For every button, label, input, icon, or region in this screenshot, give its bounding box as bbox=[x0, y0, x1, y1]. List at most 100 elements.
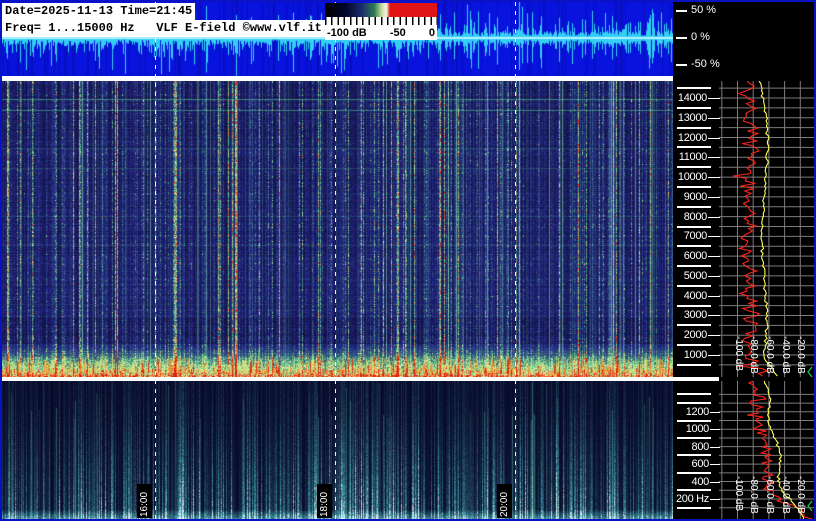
upper-freq-axis-label: 13000 bbox=[677, 111, 707, 124]
upper-freq-axis-label: 11000 bbox=[678, 151, 708, 164]
hour-gridline bbox=[515, 2, 516, 519]
upper-freq-minor-tick bbox=[677, 225, 711, 228]
upper-freq-minor-tick bbox=[677, 284, 711, 287]
upper-freq-axis-label: 6000 bbox=[683, 250, 708, 263]
lower-freq-axis-label: 400 bbox=[691, 475, 710, 488]
upper-freq-tick bbox=[708, 117, 720, 119]
upper-freq-axis-label: 10000 bbox=[677, 171, 707, 184]
colorbar-ticks bbox=[325, 17, 437, 25]
upper-freq-minor-tick bbox=[677, 304, 711, 307]
lower-freq-minor-tick bbox=[677, 402, 711, 405]
lower-freq-tick bbox=[710, 499, 720, 500]
lower-freq-minor-tick bbox=[677, 393, 711, 396]
lower-freq-minor-tick bbox=[677, 419, 711, 422]
upper-freq-tick bbox=[708, 355, 720, 356]
upper-freq-tick bbox=[708, 236, 720, 238]
upper-freq-minor-tick bbox=[677, 265, 711, 268]
lower-db-axis-label: -80.0 dB bbox=[748, 476, 760, 514]
lower-freq-axis-label: 200 Hz bbox=[675, 493, 709, 505]
upper-freq-tick bbox=[708, 315, 720, 317]
colorbar-gradient bbox=[325, 3, 437, 17]
upper-freq-minor-tick bbox=[677, 106, 711, 109]
amplitude-axis-label: -50 % bbox=[691, 58, 720, 70]
lower-freq-tick bbox=[710, 429, 720, 431]
upper-db-axis-label: -100 dB bbox=[732, 336, 744, 372]
upper-freq-tick bbox=[708, 256, 720, 258]
upper-freq-axis-label: 8000 bbox=[683, 210, 708, 223]
amplitude-axis-label: 0 % bbox=[691, 31, 710, 43]
vlf-spectrogram-app: Date=2025-11-13 Time=21:45 Freq= 1...150… bbox=[0, 0, 816, 521]
upper-spectrogram-display bbox=[2, 81, 673, 377]
upper-freq-minor-tick bbox=[677, 87, 711, 90]
colorbar: -100 dB -50 0 bbox=[325, 3, 437, 40]
amplitude-tick bbox=[676, 37, 687, 39]
upper-freq-minor-tick bbox=[677, 126, 711, 129]
lower-freq-axis-label: 800 bbox=[691, 440, 710, 453]
upper-db-axis-label: -80.0 dB bbox=[748, 336, 760, 374]
colorbar-min-label: -100 dB bbox=[327, 26, 367, 39]
header-datetime: Date=2025-11-13 Time=21:45 bbox=[2, 3, 196, 20]
lower-db-axis-label: -60.0 dB bbox=[763, 476, 775, 514]
upper-freq-tick bbox=[708, 177, 720, 179]
upper-spectrum-graph bbox=[719, 81, 814, 377]
amplitude-tick bbox=[676, 10, 687, 12]
lower-db-axis-label: -40.0 dB bbox=[779, 476, 791, 514]
upper-freq-axis-label: 12000 bbox=[677, 131, 707, 144]
upper-freq-tick bbox=[708, 196, 720, 198]
time-label-box: 18:00 bbox=[317, 484, 332, 518]
amplitude-tick bbox=[676, 64, 687, 66]
lower-freq-tick bbox=[710, 411, 720, 413]
colorbar-max-label: 0 bbox=[428, 26, 435, 39]
upper-freq-minor-tick bbox=[677, 324, 711, 327]
upper-freq-tick bbox=[708, 295, 720, 297]
lower-freq-axis-label: 1200 bbox=[685, 405, 710, 418]
upper-freq-axis-label: 14000 bbox=[677, 92, 707, 104]
lower-freq-tick bbox=[710, 446, 720, 448]
hour-gridline bbox=[335, 2, 336, 519]
colorbar-labels: -100 dB -50 0 bbox=[325, 25, 437, 40]
upper-freq-tick bbox=[708, 335, 720, 337]
lower-freq-minor-tick bbox=[677, 436, 711, 439]
time-label: 20:00 bbox=[499, 491, 510, 517]
upper-freq-axis-label: 9000 bbox=[683, 190, 708, 203]
lower-spectrogram-display bbox=[2, 381, 673, 519]
upper-freq-tick bbox=[708, 98, 720, 99]
upper-freq-minor-tick bbox=[677, 166, 711, 169]
upper-freq-axis-label: 4000 bbox=[683, 289, 708, 302]
upper-freq-tick bbox=[708, 275, 720, 277]
lower-freq-minor-tick bbox=[677, 506, 711, 509]
upper-freq-axis-label: 3000 bbox=[683, 309, 708, 322]
lower-freq-tick bbox=[710, 481, 720, 483]
upper-db-axis-label: -60.0 dB bbox=[763, 336, 775, 374]
hour-gridline bbox=[155, 2, 156, 519]
lower-db-axis-label: -20.0 dB bbox=[795, 476, 807, 514]
colorbar-mid-label: -50 bbox=[389, 26, 406, 39]
time-label: 16:00 bbox=[139, 491, 150, 517]
lower-db-axis-label: -100 dB bbox=[732, 476, 744, 512]
amplitude-axis-label: 50 % bbox=[691, 4, 717, 16]
lower-freq-minor-tick bbox=[677, 489, 711, 492]
lower-freq-axis-label: 1000 bbox=[685, 423, 710, 436]
upper-freq-axis-label: 1000 bbox=[683, 349, 708, 361]
upper-freq-tick bbox=[708, 216, 720, 218]
upper-freq-minor-tick bbox=[677, 363, 711, 366]
upper-freq-minor-tick bbox=[677, 245, 711, 248]
panel-separator bbox=[2, 377, 719, 381]
upper-freq-tick bbox=[708, 137, 720, 139]
time-label-box: 20:00 bbox=[497, 484, 512, 518]
lower-freq-minor-tick bbox=[677, 471, 711, 474]
time-label-box: 16:00 bbox=[137, 484, 152, 518]
header-freq-info: Freq= 1...15000 Hz VLF E-field ©www.vlf.… bbox=[2, 20, 325, 37]
upper-freq-tick bbox=[708, 157, 720, 159]
upper-freq-axis-label: 2000 bbox=[683, 329, 708, 342]
lower-freq-minor-tick bbox=[677, 454, 711, 457]
upper-db-axis-label: -40.0 dB bbox=[779, 336, 791, 374]
upper-freq-minor-tick bbox=[677, 205, 711, 208]
upper-freq-minor-tick bbox=[677, 146, 711, 149]
upper-freq-minor-tick bbox=[677, 344, 711, 347]
upper-freq-axis-label: 7000 bbox=[683, 230, 708, 243]
upper-db-axis-label: -20.0 dB bbox=[795, 336, 807, 374]
lower-freq-axis-label: 600 bbox=[691, 458, 710, 471]
waveform-separator bbox=[2, 76, 673, 81]
upper-freq-axis-label: 5000 bbox=[683, 269, 708, 282]
